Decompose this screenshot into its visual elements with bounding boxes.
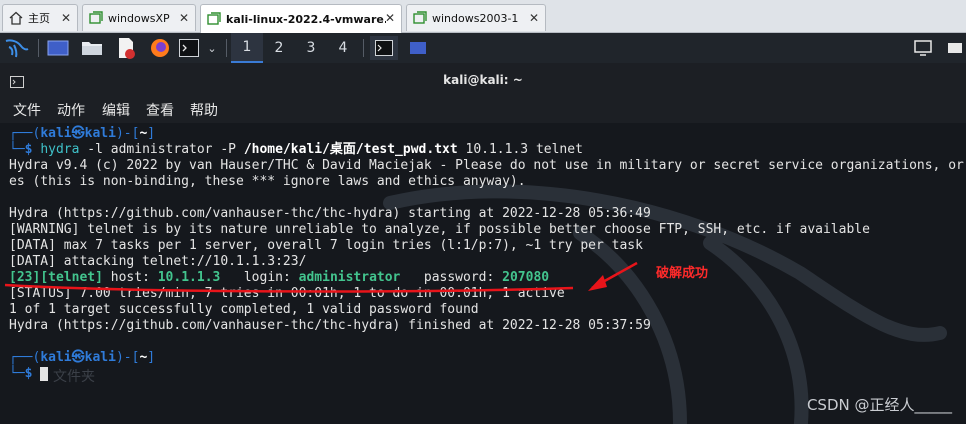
- vm-icon: [412, 10, 428, 26]
- arrowhead-annotation: [588, 275, 607, 291]
- terminal-titlebar: kali@kali: ~: [0, 63, 966, 97]
- taskbar-window-icon[interactable]: [404, 36, 432, 60]
- annotation-overlay: [4, 261, 638, 293]
- menu-help[interactable]: 帮助: [190, 100, 218, 120]
- tab-windowsxp[interactable]: windowsXP ✕: [82, 4, 196, 31]
- menu-actions[interactable]: 动作: [57, 100, 85, 120]
- show-desktop-icon[interactable]: [46, 36, 70, 60]
- underline-annotation: [4, 283, 574, 293]
- tab-windows2003[interactable]: windows2003-1 ✕: [406, 4, 546, 31]
- taskbar-terminal-icon[interactable]: [370, 36, 398, 60]
- tab-label: 主页: [28, 12, 50, 25]
- file-manager-icon[interactable]: [80, 36, 104, 60]
- home-icon: [8, 10, 24, 26]
- close-icon[interactable]: ✕: [61, 11, 71, 25]
- chevron-down-icon[interactable]: ⌄: [203, 36, 221, 60]
- display-icon[interactable]: [912, 36, 934, 60]
- vmware-tab-strip: 主页 ✕ windowsXP ✕ kali-linux-2022.4-vmwar…: [0, 0, 966, 33]
- tab-label: windowsXP: [108, 11, 170, 25]
- window-title: kali@kali: ~: [443, 73, 523, 87]
- workspace-1[interactable]: 1: [231, 33, 263, 63]
- vm-icon: [88, 10, 104, 26]
- menu-bar: 文件 动作 编辑 查看 帮助: [0, 97, 966, 123]
- firefox-icon[interactable]: [148, 36, 172, 60]
- vm-icon: [206, 11, 222, 27]
- terminal-icon[interactable]: [178, 36, 200, 60]
- terminal-output[interactable]: ┌──(kali㉿kali)-[~] └─$ hydra -l administ…: [0, 123, 966, 424]
- tab-kali[interactable]: kali-linux-2022.4-vmware... ✕: [200, 4, 402, 33]
- tab-label: kali-linux-2022.4-vmware...: [226, 12, 386, 26]
- menu-file[interactable]: 文件: [13, 100, 41, 120]
- menu-edit[interactable]: 编辑: [102, 100, 130, 120]
- close-icon[interactable]: ✕: [529, 11, 539, 25]
- tab-home[interactable]: 主页 ✕: [2, 4, 78, 31]
- tab-label: windows2003-1: [432, 11, 519, 25]
- close-icon[interactable]: ✕: [179, 11, 189, 25]
- annotation-label: 破解成功: [656, 266, 709, 281]
- workspace-3[interactable]: 3: [295, 33, 327, 63]
- csdn-watermark: CSDN @正经人_____: [806, 396, 952, 414]
- text-editor-icon[interactable]: [114, 36, 138, 60]
- workspace-4[interactable]: 4: [327, 33, 359, 63]
- workspace-2[interactable]: 2: [263, 33, 295, 63]
- menu-view[interactable]: 查看: [146, 100, 174, 120]
- notification-icon[interactable]: [944, 36, 966, 60]
- kali-menu-icon[interactable]: [3, 36, 31, 60]
- kali-panel: ⌄ 1 2 3 4: [0, 33, 966, 63]
- close-icon[interactable]: ✕: [385, 11, 395, 25]
